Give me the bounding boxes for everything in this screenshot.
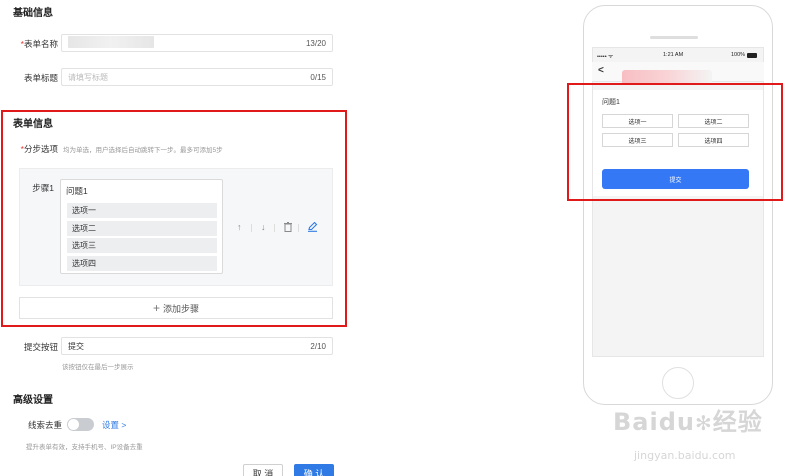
steps-field-label-text: 分步选项 (23, 144, 58, 154)
preview-question: 问题1 (602, 99, 620, 106)
form-name-value (68, 36, 300, 50)
preview-option[interactable]: 选项一 (602, 114, 673, 128)
form-title-label: 表单标题 (23, 73, 58, 83)
submit-button-counter: 2/10 (310, 341, 326, 351)
option-item[interactable]: 选项一 (67, 203, 217, 218)
plus-icon: + (152, 301, 160, 315)
preview-option[interactable]: 选项四 (678, 133, 749, 147)
divider (251, 224, 252, 232)
step-label: 步骤1 (32, 183, 54, 193)
add-step-label: 添加步骤 (163, 303, 200, 314)
steps-field-hint: 均为单选，用户选择后自动跳转下一步。最多可添加5步 (63, 147, 223, 154)
submit-button-label: 提交按钮 (23, 342, 58, 352)
watermark-logo: Baidu✻经验 (613, 402, 763, 437)
signal-icon: ••••• ᯤ (597, 54, 614, 60)
preview-submit-button[interactable]: 提交 (602, 169, 749, 189)
phone-speaker (650, 36, 698, 39)
divider (298, 224, 299, 232)
confirm-button[interactable]: 确 认 (294, 464, 334, 476)
dedupe-label: 线索去重 (27, 420, 62, 430)
question-card[interactable]: 问题1 选项一 选项二 选项三 选项四 (60, 179, 223, 274)
battery-icon (747, 53, 757, 58)
form-info-title: 表单信息 (13, 119, 53, 130)
option-item[interactable]: 选项三 (67, 238, 217, 253)
form-title-counter: 0/15 (310, 72, 326, 82)
status-time: 1:21 AM (663, 52, 684, 58)
basic-info-title: 基础信息 (13, 8, 53, 19)
form-name-label-text: 表单名称 (23, 39, 58, 49)
option-item[interactable]: 选项二 (67, 221, 217, 236)
phone-home-button (662, 367, 694, 399)
edit-icon[interactable] (307, 221, 318, 234)
form-name-label: *表单名称 (0, 38, 58, 50)
toggle-knob (68, 419, 79, 430)
watermark-url: jingyan.baidu.com (634, 449, 736, 462)
back-icon[interactable]: < (598, 65, 604, 76)
submit-button-value: 提交 (68, 341, 84, 351)
move-down-icon[interactable]: ↓ (261, 223, 266, 232)
dedupe-hint: 提升表单有效，支持手机号、IP设备去重 (26, 444, 143, 451)
dedupe-settings-link[interactable]: 设置 > (102, 419, 126, 431)
submit-button-hint: 该按钮仅在最后一步展示 (62, 364, 134, 371)
steps-field-label: *分步选项 (0, 143, 58, 155)
question-title: 问题1 (66, 186, 88, 196)
form-title-input[interactable]: 请填写标题 0/15 (61, 68, 333, 86)
watermark-brand-cn: 经验 (712, 408, 763, 436)
form-name-counter: 13/20 (305, 38, 326, 48)
submit-button-input[interactable]: 提交 2/10 (61, 337, 333, 355)
delete-icon[interactable] (284, 222, 292, 234)
battery-level: 100% (731, 52, 746, 58)
paw-icon: ✻ (694, 411, 713, 435)
preview-option[interactable]: 选项二 (678, 114, 749, 128)
redacted-header (622, 70, 712, 85)
move-up-icon[interactable]: ↑ (237, 223, 242, 232)
cancel-button[interactable]: 取 消 (243, 464, 283, 476)
advanced-title: 高级设置 (13, 395, 53, 406)
form-title-placeholder: 请填写标题 (68, 72, 108, 82)
redacted-value (68, 36, 154, 48)
form-name-input[interactable]: 13/20 (61, 34, 333, 52)
dedupe-toggle[interactable] (67, 418, 94, 431)
preview-option[interactable]: 选项三 (602, 133, 673, 147)
add-step-button[interactable]: + 添加步骤 (19, 297, 333, 319)
divider (274, 224, 275, 232)
option-item[interactable]: 选项四 (67, 256, 217, 271)
watermark-brand: Baidu (613, 408, 695, 436)
